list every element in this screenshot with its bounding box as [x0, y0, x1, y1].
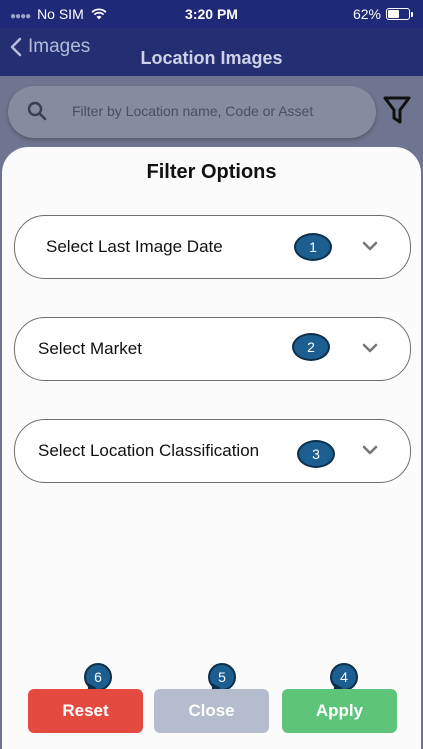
chevron-down-icon — [362, 445, 378, 455]
search-input[interactable]: Filter by Location name, Code or Asset — [8, 86, 376, 138]
chevron-down-icon — [362, 343, 378, 353]
select-last-image-date[interactable]: Select Last Image Date 1 — [14, 215, 411, 279]
nav-bar: Images Location Images — [0, 28, 423, 76]
page-title: Location Images — [140, 48, 283, 68]
step-badge: 2 — [292, 333, 330, 361]
sheet-title: Filter Options — [146, 161, 277, 183]
apply-button[interactable]: Apply — [282, 689, 397, 733]
search-icon — [27, 101, 47, 121]
status-bar: ●●●● No SIM 3:20 PM 62% — [0, 0, 423, 28]
select-location-classification[interactable]: Select Location Classification 3 — [14, 419, 411, 483]
step-badge: 1 — [294, 233, 332, 261]
search-placeholder: Filter by Location name, Code or Asset — [72, 103, 314, 119]
reset-button[interactable]: Reset — [28, 689, 143, 733]
battery-icon — [386, 8, 410, 20]
step-badge: 3 — [297, 440, 335, 468]
battery: 62% — [353, 6, 413, 22]
filter-sheet: Filter Options Select Last Image Date 1 … — [2, 147, 421, 749]
filter-icon[interactable] — [382, 94, 412, 126]
search-area: Filter by Location name, Code or Asset — [0, 76, 423, 156]
chevron-down-icon — [362, 241, 378, 251]
battery-percent: 62% — [352, 6, 381, 22]
select-label: Select Market — [38, 339, 142, 358]
close-button[interactable]: Close — [154, 689, 269, 733]
select-label: Select Location Classification — [38, 441, 260, 460]
select-market[interactable]: Select Market 2 — [14, 317, 411, 381]
select-label: Select Last Image Date — [46, 237, 223, 256]
